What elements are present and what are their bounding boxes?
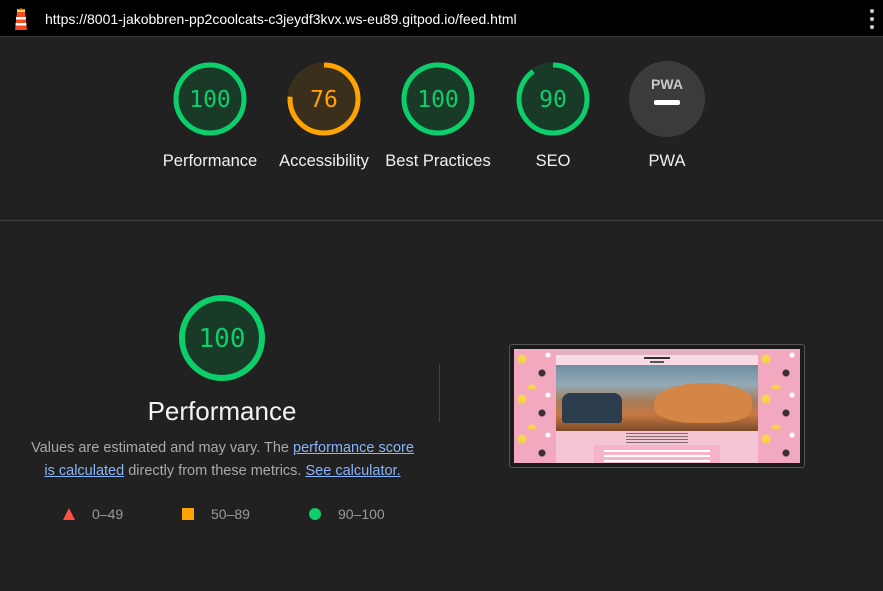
gauge-best-practices[interactable]: 100 Best Practices [378, 60, 498, 173]
gauge-seo[interactable]: 90 SEO [493, 60, 613, 173]
svg-text:PWA: PWA [651, 76, 683, 92]
thumbnail-form [594, 445, 720, 463]
description-text: directly from these metrics. [124, 463, 306, 479]
legend-range: 0–49 [92, 506, 124, 522]
gauge-performance[interactable]: 100 Performance [150, 60, 270, 173]
performance-description: Values are estimated and may vary. The p… [25, 437, 420, 483]
final-screenshot-thumbnail[interactable] [509, 344, 805, 468]
gauge-ring: 100 [173, 62, 247, 136]
legend-range: 90–100 [338, 506, 385, 522]
thumbnail-header [556, 355, 758, 365]
more-options-icon[interactable] [867, 9, 877, 29]
gauge-label: SEO [535, 152, 571, 170]
score-gauges: 100 Performance 76 Accessibility 100 Bes… [0, 38, 883, 221]
gauge-score: 90 [539, 87, 567, 113]
gauge-label: Best Practices [385, 152, 491, 170]
gauge-score: 76 [310, 87, 338, 113]
screenshot-image [514, 349, 800, 463]
gauge-ring: 76 [287, 62, 361, 136]
triangle-icon [63, 508, 75, 520]
gauge-score: 100 [417, 87, 459, 113]
pwa-badge-icon: PWA [629, 61, 705, 137]
legend-average: 50–89 [181, 506, 250, 522]
thumbnail-cat-photo [556, 365, 758, 431]
performance-score: 100 [199, 324, 246, 354]
section-divider [439, 364, 440, 422]
pattern-right [758, 349, 800, 463]
description-text: Values are estimated and may vary. The [31, 440, 294, 456]
legend-range: 50–89 [211, 506, 250, 522]
gauge-label: Performance [162, 152, 258, 170]
lighthouse-logo-icon [15, 8, 27, 30]
legend-fail: 0–49 [62, 506, 123, 522]
circle-icon [309, 508, 321, 520]
gauge-label: Accessibility [279, 152, 369, 170]
square-icon [182, 508, 194, 520]
gauge-label: PWA [648, 152, 686, 170]
gauge-ring: 90 [516, 62, 590, 136]
see-calculator-link[interactable]: See calculator. [305, 463, 400, 479]
legend-pass: 90–100 [308, 506, 385, 522]
pattern-left [514, 349, 556, 463]
performance-title: Performance [147, 396, 297, 426]
gauge-pwa[interactable]: PWA PWA [607, 60, 727, 173]
report-url: https://8001-jakobbren-pp2coolcats-c3jey… [45, 11, 517, 27]
address-bar: https://8001-jakobbren-pp2coolcats-c3jey… [0, 0, 883, 37]
gauge-accessibility[interactable]: 76 Accessibility [264, 60, 384, 173]
gauge-score: 100 [189, 87, 231, 113]
thumbnail-text [626, 433, 688, 445]
gauge-ring: 100 [401, 62, 475, 136]
performance-gauge: 100 [179, 295, 265, 381]
